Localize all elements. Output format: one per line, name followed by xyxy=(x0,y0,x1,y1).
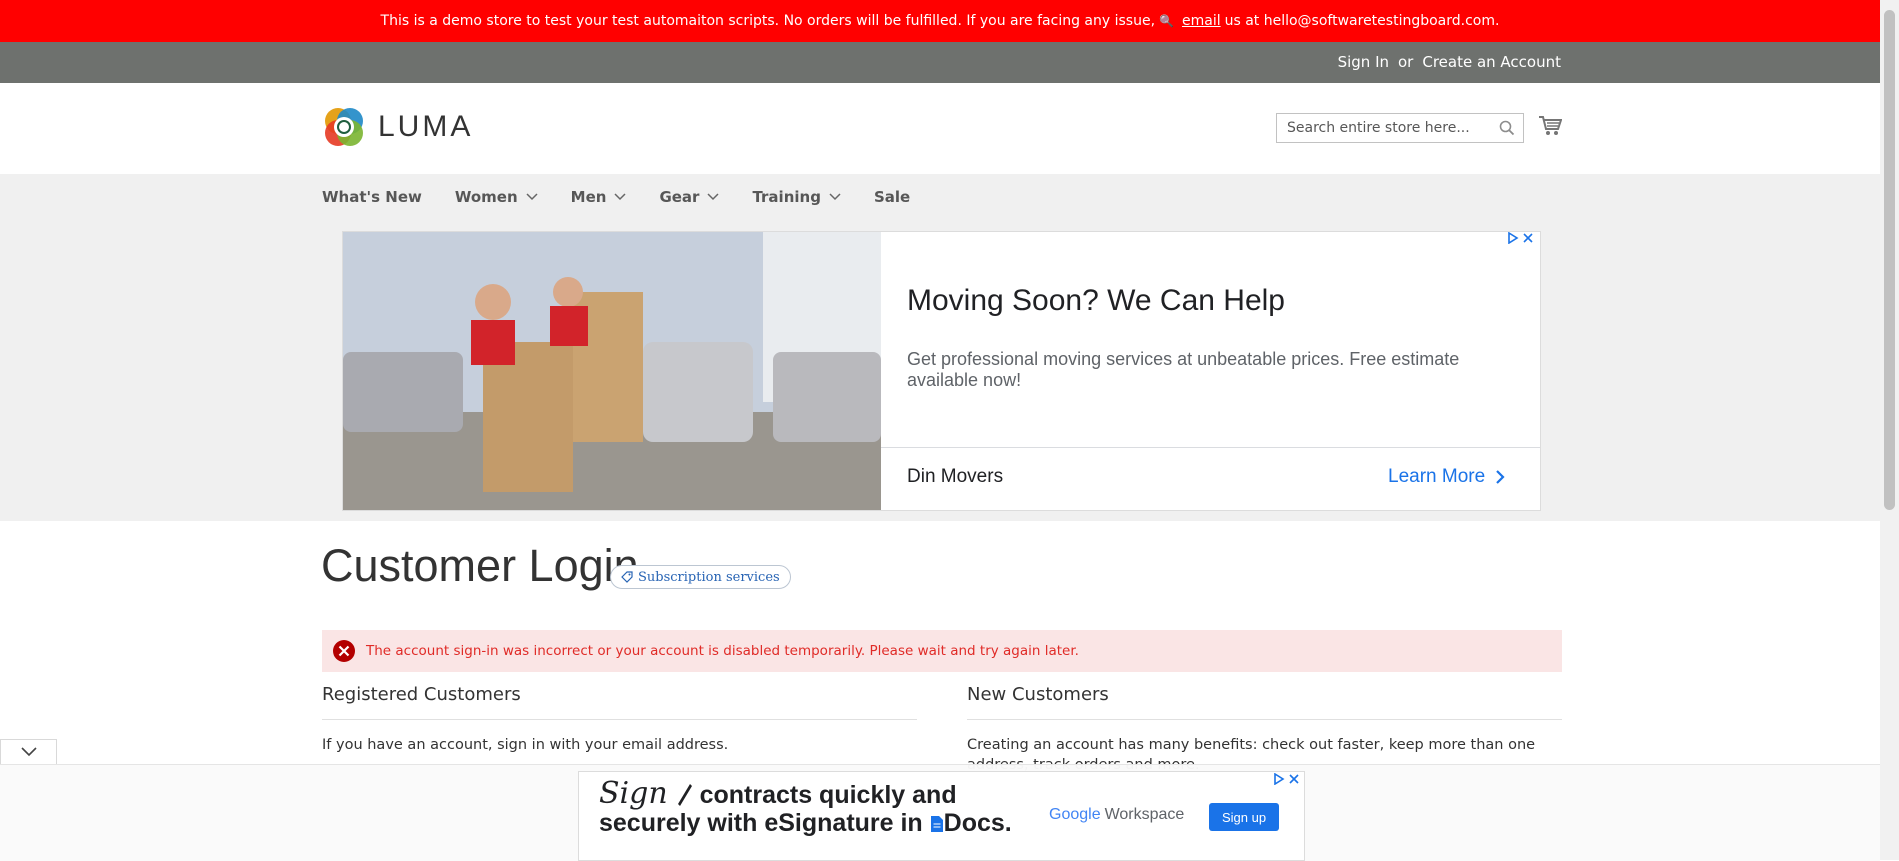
ad-choices-icon[interactable] xyxy=(1273,773,1285,785)
nav-menu: What's New Women Men Gear Training Sale xyxy=(322,188,943,206)
nav-item-gear[interactable]: Gear xyxy=(659,188,719,206)
nav-item-label: Men xyxy=(570,188,607,206)
chevron-down-icon xyxy=(829,193,841,201)
ad-choices[interactable] xyxy=(1507,232,1534,244)
ad-line-1: contracts quickly and xyxy=(699,781,957,809)
subscription-services-badge[interactable]: Subscription services xyxy=(610,565,791,589)
luma-logo[interactable]: LUMA xyxy=(322,105,473,149)
scrollbar-thumb[interactable] xyxy=(1884,10,1895,510)
error-text: The account sign-in was incorrect or you… xyxy=(366,643,1079,659)
create-account-link[interactable]: Create an Account xyxy=(1422,53,1561,71)
ad-divider xyxy=(881,447,1540,448)
ad-collapse-button[interactable] xyxy=(0,739,57,764)
notice-text-after: us at hello@softwaretestingboard.com. xyxy=(1224,13,1500,29)
tag-icon xyxy=(621,571,633,583)
notice-text-before: This is a demo store to test your test a… xyxy=(380,13,1156,29)
error-message: The account sign-in was incorrect or you… xyxy=(322,630,1562,672)
anchor-ad-bar: Sign contracts quickly and securely with… xyxy=(0,764,1880,861)
ad-learn-more-button[interactable]: Learn More xyxy=(1388,466,1505,488)
email-link[interactable]: email xyxy=(1182,13,1221,29)
anchor-ad-headline: Sign contracts quickly and securely with… xyxy=(599,779,1039,838)
logo-text: LUMA xyxy=(378,110,474,143)
or-text: or xyxy=(1398,53,1414,71)
ad-cta-label: Learn More xyxy=(1388,466,1486,487)
badge-label: Subscription services xyxy=(638,569,780,585)
demo-notice-bar: This is a demo store to test your test a… xyxy=(0,0,1880,42)
cart-icon[interactable] xyxy=(1538,115,1563,141)
search-input[interactable] xyxy=(1277,114,1497,142)
docs-icon xyxy=(930,816,943,832)
search-icon[interactable] xyxy=(1499,120,1515,140)
account-bar: Sign In or Create an Account xyxy=(0,42,1880,83)
close-icon[interactable] xyxy=(1288,773,1300,785)
nav-item-label: Women xyxy=(454,188,518,206)
ad-photo-movers xyxy=(343,232,881,510)
ad-advertiser: Din Movers xyxy=(907,466,1004,487)
search-icon: 🔍 xyxy=(1159,14,1174,28)
google-workspace-logo: Google Workspace xyxy=(1049,806,1184,824)
anchor-ad[interactable]: Sign contracts quickly and securely with… xyxy=(578,771,1305,861)
workspace-word: Workspace xyxy=(1104,806,1185,823)
nav-item-label: Sale xyxy=(873,188,911,206)
nav-item-label: Gear xyxy=(659,188,700,206)
page-title: Customer Login xyxy=(321,540,639,591)
page-scrollbar[interactable] xyxy=(1880,0,1899,860)
error-icon xyxy=(332,639,356,663)
nav-item-whats-new[interactable]: What's New xyxy=(322,188,422,206)
luma-logo-icon xyxy=(325,108,363,146)
anchor-ad-choices[interactable] xyxy=(1273,773,1300,785)
nav-item-training[interactable]: Training xyxy=(752,188,841,206)
ad-docs-word: Docs. xyxy=(943,809,1012,837)
close-icon[interactable] xyxy=(1522,232,1534,244)
nav-item-sale[interactable]: Sale xyxy=(874,188,910,206)
chevron-right-icon xyxy=(1496,470,1505,484)
nav-item-label: What's New xyxy=(322,188,422,206)
chevron-down-icon xyxy=(707,193,719,201)
sign-up-button[interactable]: Sign up xyxy=(1209,803,1279,831)
nav-item-label: Training xyxy=(752,188,821,206)
registered-customers-text: If you have an account, sign in with you… xyxy=(322,737,729,753)
registered-customers-title: Registered Customers xyxy=(322,684,521,705)
ad-description: Get professional moving services at unbe… xyxy=(907,349,1460,390)
registered-divider xyxy=(322,719,917,720)
new-customers-divider xyxy=(967,719,1562,720)
display-ad[interactable]: Moving Soon? We Can Help Get professiona… xyxy=(342,231,1541,511)
ad-script-word: Sign xyxy=(599,776,668,811)
pen-icon xyxy=(677,784,692,806)
chevron-down-icon xyxy=(614,193,626,201)
google-word: Google xyxy=(1049,806,1101,823)
nav-item-women[interactable]: Women xyxy=(455,188,538,206)
search-box xyxy=(1276,113,1524,143)
ad-choices-icon[interactable] xyxy=(1507,232,1519,244)
sign-in-link[interactable]: Sign In xyxy=(1338,53,1389,71)
new-customers-title: New Customers xyxy=(967,684,1109,705)
ad-headline[interactable]: Moving Soon? We Can Help xyxy=(907,284,1285,318)
chevron-down-icon xyxy=(20,747,37,757)
ad-line-2: securely with eSignature in xyxy=(599,809,923,837)
chevron-down-icon xyxy=(526,193,538,201)
nav-item-men[interactable]: Men xyxy=(571,188,627,206)
site-header: LUMA xyxy=(0,83,1880,174)
main-navigation: What's New Women Men Gear Training Sale xyxy=(0,174,1880,521)
